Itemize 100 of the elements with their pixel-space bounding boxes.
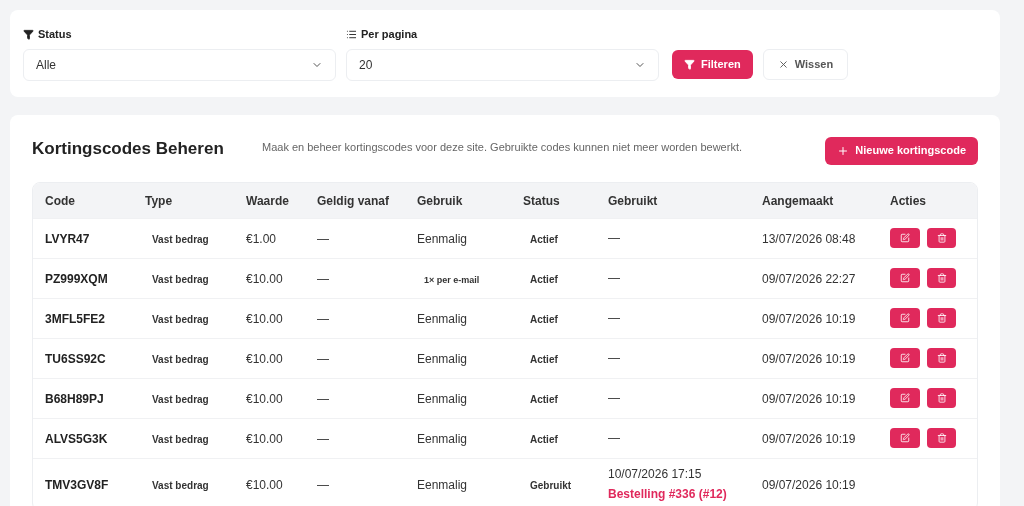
delete-button[interactable] [927,268,956,288]
type-label: Vast bedrag [152,394,209,405]
created-cell: 09/07/2026 10:19 [762,352,856,366]
value-cell: €10.00 [246,392,283,406]
column-header: Waarde [246,194,289,208]
edit-icon [900,273,910,283]
status-label: Actief [530,354,558,365]
used-cell-text: — [608,270,621,287]
delete-button[interactable] [927,308,956,328]
column-header: Gebruik [417,194,463,208]
created-cell: 09/07/2026 10:19 [762,392,856,406]
column-header: Aangemaakt [762,194,834,208]
field-label: Status [38,27,72,42]
edit-icon [900,353,910,363]
status-label: Actief [530,434,558,445]
panel-title: Kortingscodes Beheren [32,137,225,160]
status-label: Actief [530,234,558,245]
edit-icon [900,393,910,403]
trash-icon [936,433,947,443]
created-cell: 09/07/2026 10:19 [762,432,856,446]
usage-cell: Eenmalig [417,352,468,366]
edit-button[interactable] [890,428,920,448]
column-header: Code [45,194,75,208]
type-label: Vast bedrag [152,314,209,325]
used-cell-text: — [608,350,621,367]
status-label: Gebruikt [530,480,572,491]
clear-button[interactable]: Wissen [762,48,849,80]
field-label: Per pagina [361,27,418,42]
delete-button[interactable] [927,388,956,408]
trash-icon [936,353,947,363]
code-cell: LVYR47 [45,232,90,246]
used-cell-text: — [608,230,621,247]
column-header: Status [523,194,560,208]
column-header: Gebruikt [608,194,658,208]
created-cell: 09/07/2026 10:19 [762,478,856,492]
valid-from-cell: — [317,392,329,406]
created-cell: 13/07/2026 08:48 [762,232,856,246]
edit-button[interactable] [890,308,920,328]
usage-cell: Eenmalig [417,312,468,326]
used-cell-text: — [608,310,621,327]
created-cell: 09/07/2026 22:27 [762,272,856,286]
value-cell: €1.00 [246,232,277,246]
valid-from-cell: — [317,478,329,492]
status-label: Actief [530,394,558,405]
status-label: Actief [530,274,558,285]
panel-description: Maak en beheer kortingscodes voor deze site. Gebruikte codes kunnen niet meer worden bewerkt. [262,139,743,155]
used-cell-text: — [608,390,621,407]
code-cell: PZ999XQM [45,272,108,286]
code-cell: TMV3GV8F [45,478,109,492]
new-code-button[interactable]: Nieuwe kortingscode [825,136,978,165]
edit-button[interactable] [890,228,920,248]
delete-button[interactable] [927,348,956,368]
delete-button[interactable] [927,228,956,248]
usage-label: 1× per e-mail [424,275,480,285]
trash-icon [936,313,947,323]
value-cell: €10.00 [246,272,283,286]
column-header: Geldig vanaf [317,194,390,208]
type-label: Vast bedrag [152,434,209,445]
value-cell: €10.00 [246,352,283,366]
usage-cell: Eenmalig [417,392,468,406]
trash-icon [936,393,947,403]
status-label: Actief [530,314,558,325]
edit-button[interactable] [890,268,920,288]
status-select[interactable]: Alle [23,48,336,81]
valid-from-cell: — [317,432,329,446]
per-page-select[interactable]: 20 [346,48,659,81]
valid-from-cell: — [317,352,329,366]
type-label: Vast bedrag [152,480,209,491]
column-header: Type [145,194,173,208]
usage-cell: Eenmalig [417,432,468,446]
type-label: Vast bedrag [152,274,209,285]
edit-icon [900,313,910,323]
usage-cell: Eenmalig [417,232,468,246]
delete-button[interactable] [927,428,956,448]
order-link[interactable]: Bestelling #336 (#12) [608,485,738,503]
trash-icon [936,273,947,283]
usage-cell: Eenmalig [417,478,468,492]
value-cell: €10.00 [246,312,283,326]
filter-icon [23,28,34,40]
edit-button[interactable] [890,388,920,408]
filter-icon [684,58,695,70]
valid-from-cell: — [317,272,329,286]
code-cell: ALVS5G3K [45,432,108,446]
valid-from-cell: — [317,232,329,246]
edit-icon [900,233,910,243]
code-cell: 3MFL5FE2 [45,312,105,326]
column-header: Acties [890,194,927,208]
value-cell: €10.00 [246,432,283,446]
code-cell: TU6SS92C [45,352,106,366]
filter-button[interactable]: Filteren [672,49,753,79]
used-cell-text: — [608,430,621,447]
type-label: Vast bedrag [152,354,209,365]
trash-icon [936,233,947,243]
value-cell: €10.00 [246,478,283,492]
plus-icon [837,144,850,157]
created-cell: 09/07/2026 10:19 [762,312,856,326]
edit-button[interactable] [890,348,920,368]
edit-icon [900,433,910,443]
type-label: Vast bedrag [152,234,209,245]
valid-from-cell: — [317,312,329,326]
